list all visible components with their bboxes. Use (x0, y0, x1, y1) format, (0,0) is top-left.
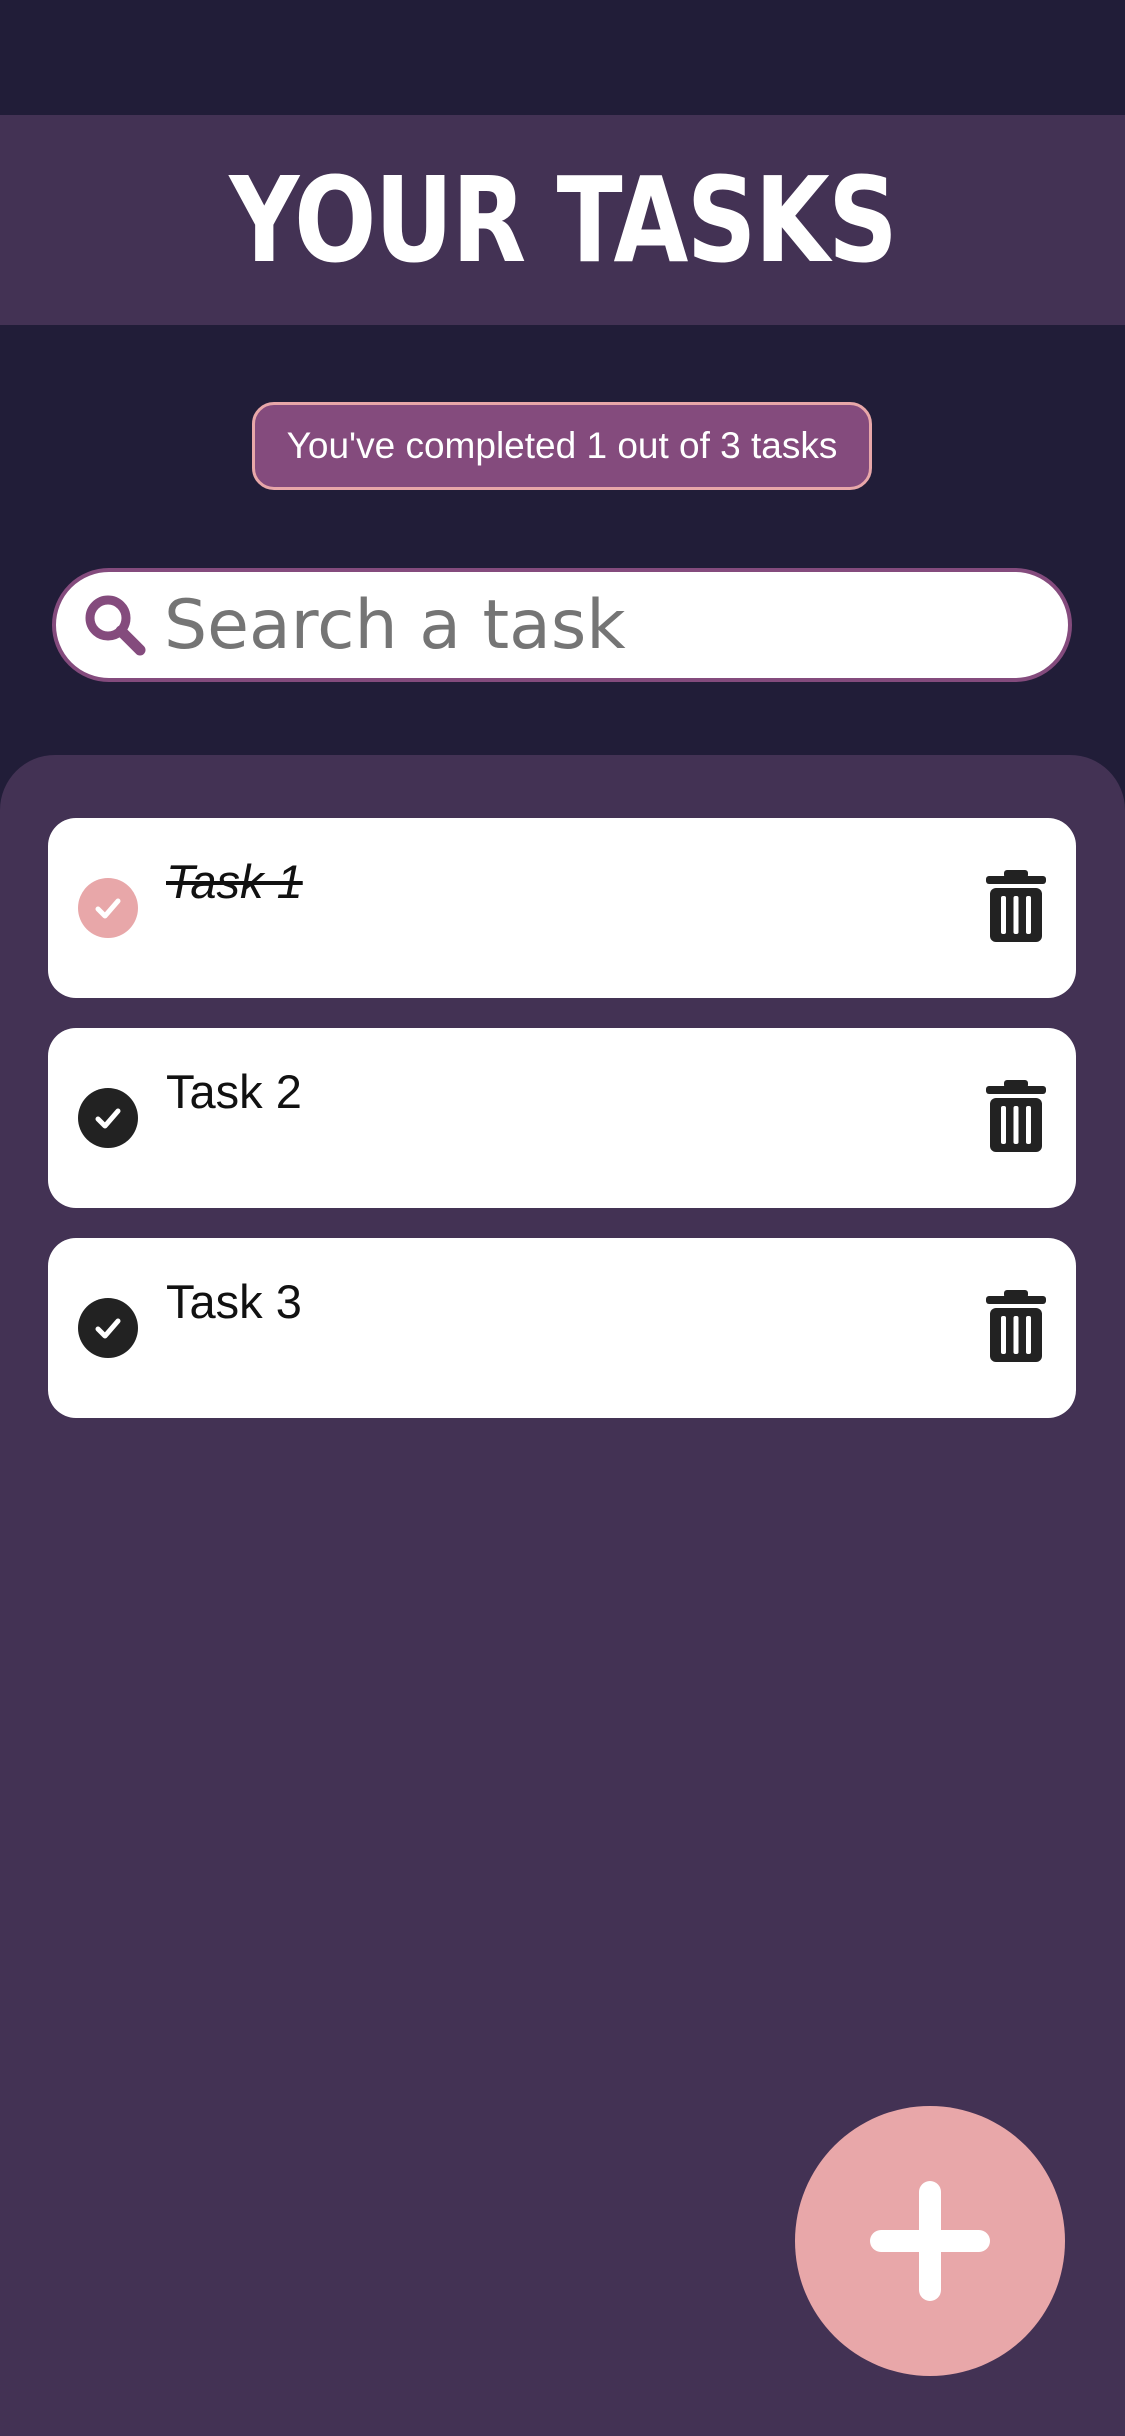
task-item: Task 3 (48, 1238, 1076, 1418)
progress-badge: You've completed 1 out of 3 tasks (252, 402, 872, 490)
check-icon (95, 1108, 121, 1129)
task-item: Task 1 (48, 818, 1076, 998)
check-icon (95, 898, 121, 919)
check-icon (95, 1318, 121, 1339)
app-header: YOUR TASKS (0, 115, 1125, 325)
complete-toggle-button[interactable] (78, 1088, 138, 1148)
search-icon (85, 595, 146, 656)
task-item: Task 2 (48, 1028, 1076, 1208)
add-task-button[interactable] (795, 2106, 1065, 2376)
search-bar[interactable] (52, 568, 1072, 682)
trash-icon[interactable] (986, 1290, 1046, 1362)
complete-toggle-button[interactable] (78, 1298, 138, 1358)
search-input[interactable] (164, 585, 1044, 665)
trash-icon[interactable] (986, 1080, 1046, 1152)
task-label: Task 1 (166, 855, 303, 908)
plus-icon (870, 2181, 990, 2301)
task-list: Task 1 Task 2 Task 3 (48, 818, 1076, 1448)
trash-icon[interactable] (986, 870, 1046, 942)
task-label: Task 3 (166, 1275, 302, 1328)
task-label: Task 2 (166, 1065, 302, 1118)
page-title: YOUR TASKS (229, 151, 898, 289)
complete-toggle-button[interactable] (78, 878, 138, 938)
